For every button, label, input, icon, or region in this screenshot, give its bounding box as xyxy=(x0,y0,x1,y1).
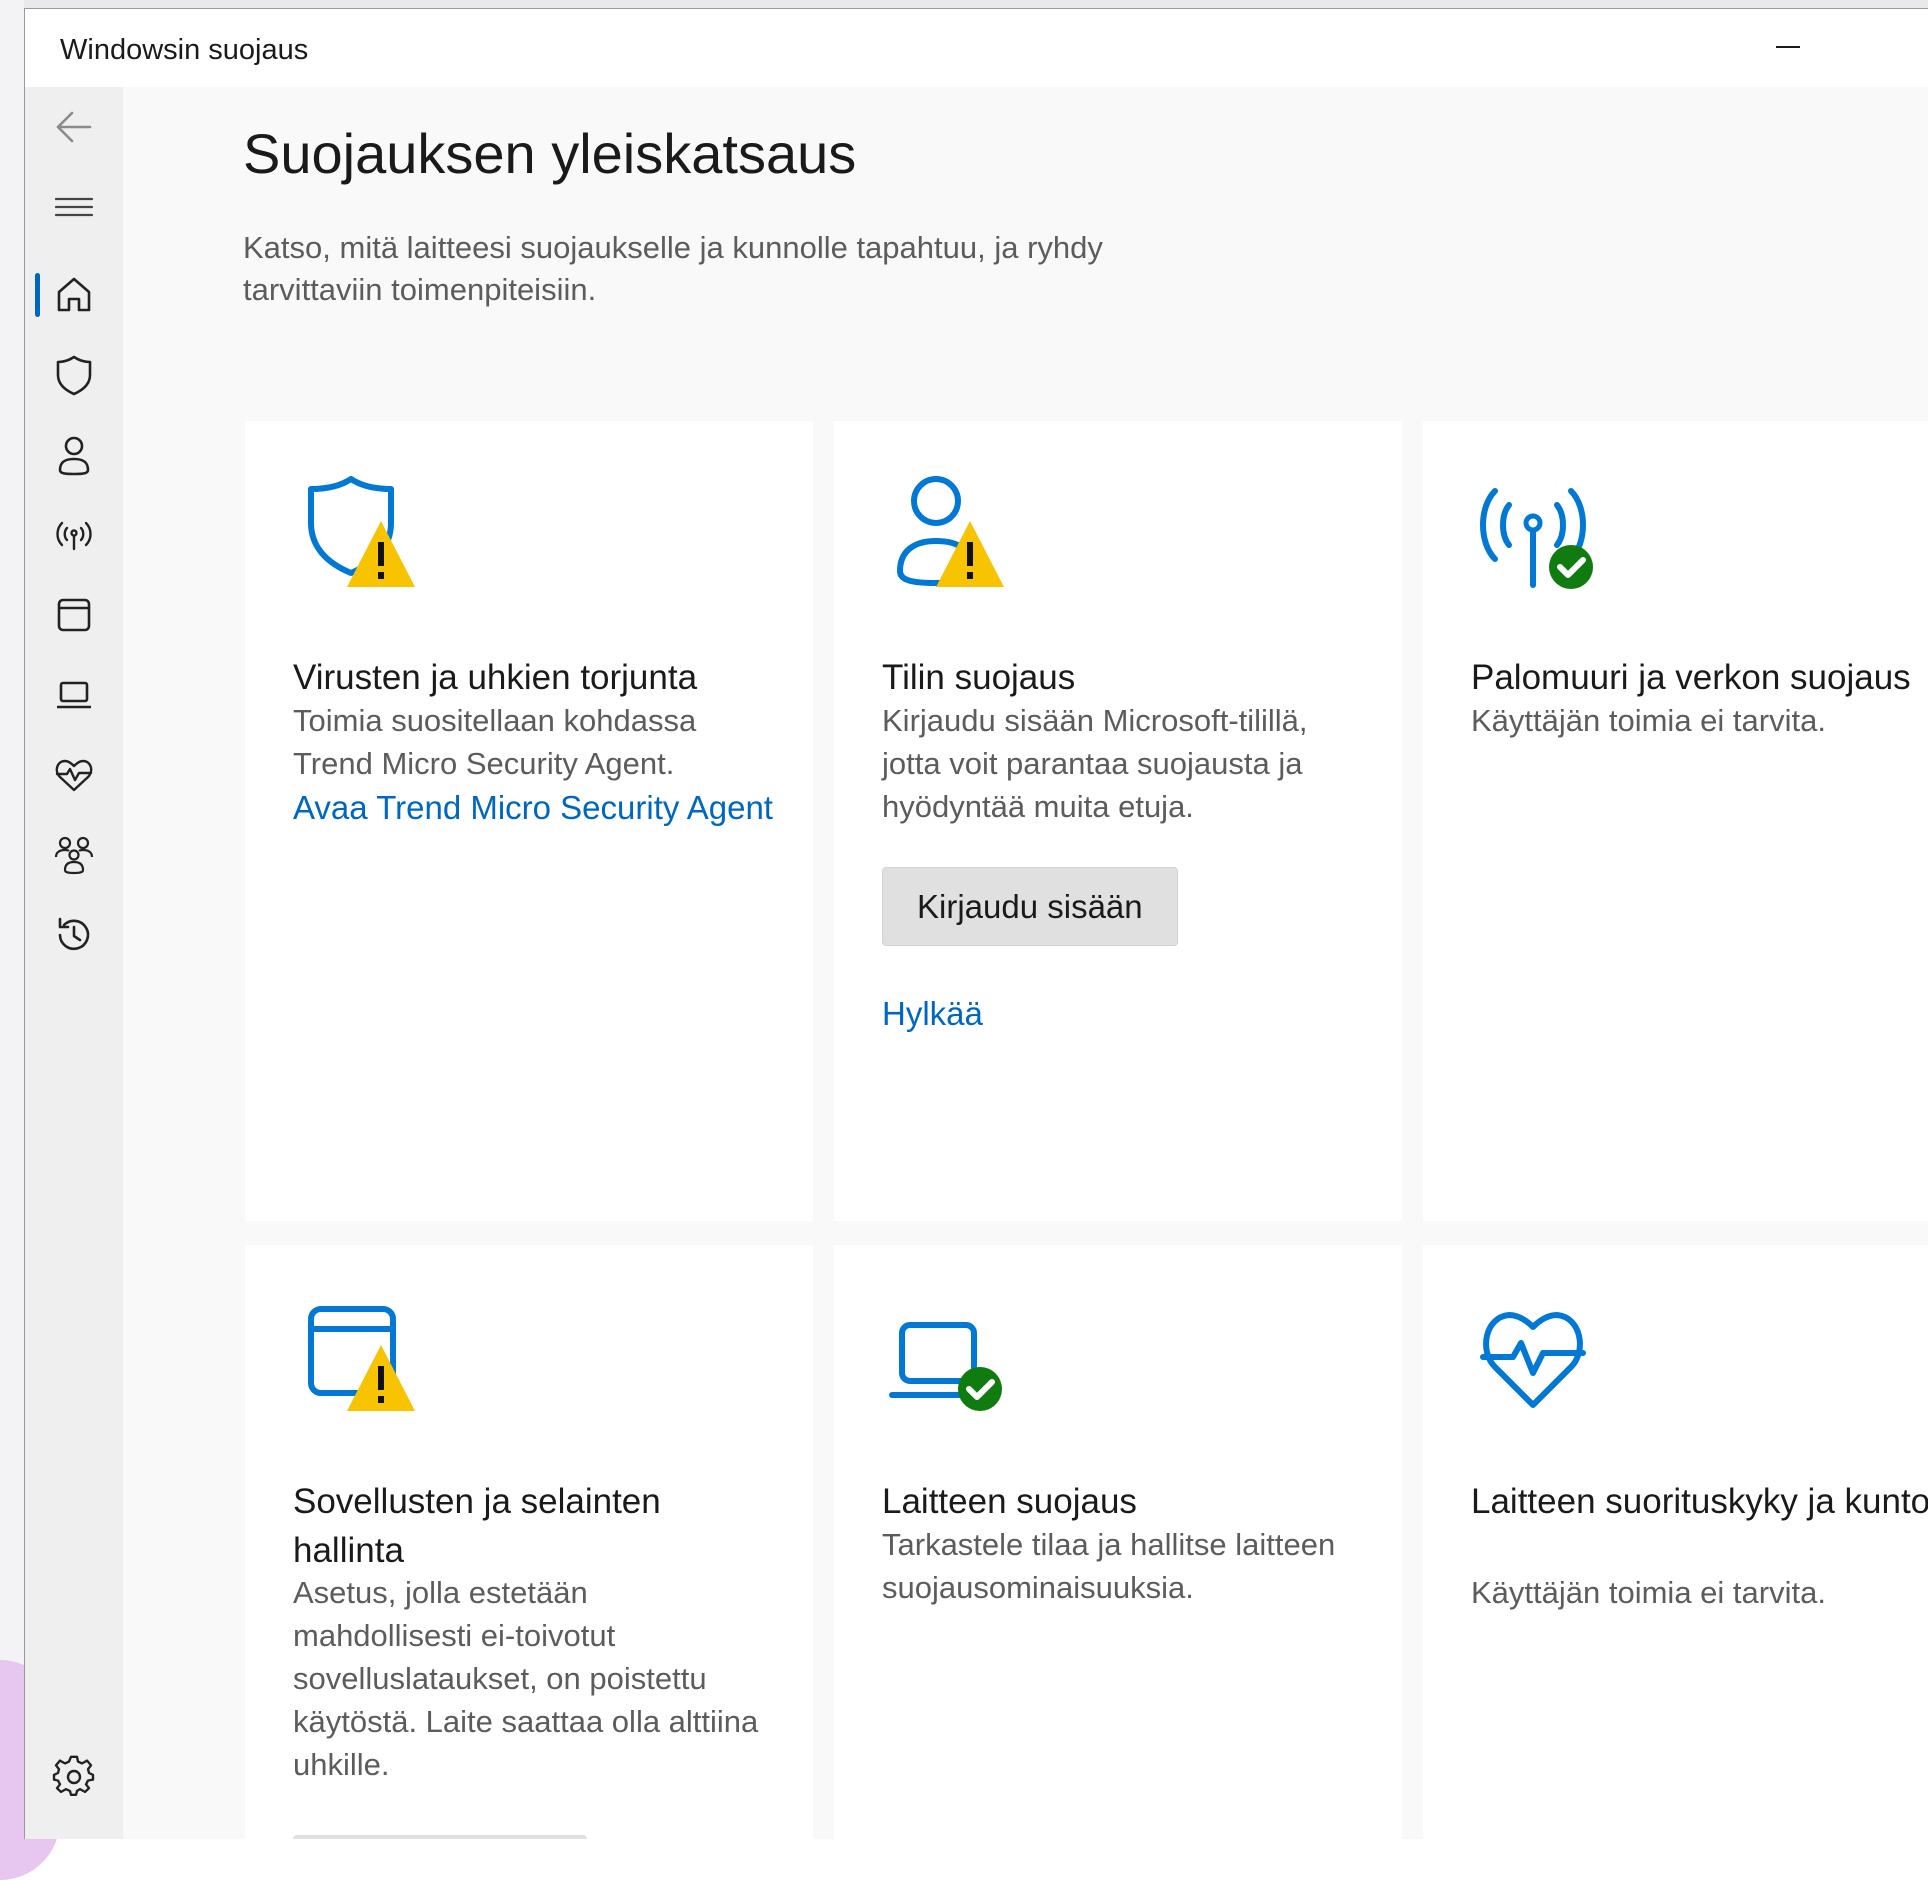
page-title: Suojauksen yleiskatsaus xyxy=(243,122,857,185)
card-title: Sovellusten ja selainten hallinta xyxy=(293,1482,661,1570)
gear-icon xyxy=(52,1755,95,1796)
card-description: Käyttäjän toimia ei tarvita. xyxy=(1471,1575,1826,1610)
window-title: Windowsin suojaus xyxy=(60,34,309,66)
card-account-protection[interactable]: Tilin suojaus Kirjaudu sisään Microsoft-… xyxy=(834,421,1402,1221)
person-icon xyxy=(58,436,90,476)
heart-pulse-icon xyxy=(1480,1312,1586,1408)
nav-item-home[interactable] xyxy=(25,255,123,335)
minimize-icon xyxy=(1776,46,1800,48)
history-icon xyxy=(58,917,90,951)
card-title: Laitteen suorituskyky ja kunto xyxy=(1471,1482,1928,1521)
heart-pulse-icon xyxy=(55,759,93,792)
open-trend-micro-link[interactable]: Avaa Trend Micro Security Agent xyxy=(293,785,773,831)
card-description: Kirjaudu sisään Microsoft-tilillä, jotta… xyxy=(882,703,1308,824)
back-arrow-icon xyxy=(56,111,92,143)
desktop-background xyxy=(0,0,1928,8)
antenna-ok-icon xyxy=(1480,488,1593,589)
dismiss-link[interactable]: Hylkää xyxy=(882,991,1362,1037)
app-window-icon xyxy=(57,598,91,632)
home-icon xyxy=(57,277,91,312)
card-device-performance[interactable]: Laitteen suorituskyky ja kunto Käyttäjän… xyxy=(1423,1245,1928,1839)
nav-item-account-protection[interactable] xyxy=(25,415,123,495)
selected-indicator xyxy=(35,273,40,317)
nav-item-family-options[interactable] xyxy=(25,815,123,895)
sign-in-button[interactable]: Kirjaudu sisään xyxy=(882,867,1178,946)
card-title: Laitteen suojaus xyxy=(882,1482,1137,1521)
card-description: Asetus, jolla estetään mahdollisesti ei-… xyxy=(293,1575,759,1782)
card-virus-threat-protection[interactable]: Virusten ja uhkien torjunta Toimia suosi… xyxy=(245,421,813,1221)
nav-item-app-browser-control[interactable] xyxy=(25,575,123,655)
nav-item-settings[interactable] xyxy=(25,1737,123,1817)
desktop-background-left xyxy=(0,0,24,1839)
nav-item-device-performance[interactable] xyxy=(25,735,123,815)
card-title: Virusten ja uhkien torjunta xyxy=(293,658,698,697)
family-icon xyxy=(54,836,94,875)
main-content: Suojauksen yleiskatsaus Katso, mitä lait… xyxy=(123,87,1928,1839)
laptop-icon xyxy=(57,681,91,709)
card-title: Palomuuri ja verkon suojaus xyxy=(1471,658,1911,697)
nav-item-device-security[interactable] xyxy=(25,655,123,735)
card-description: Käyttäjän toimia ei tarvita. xyxy=(1471,703,1826,738)
app-window-warning-icon xyxy=(308,1306,415,1411)
card-title: Tilin suojaus xyxy=(882,658,1076,697)
menu-icon xyxy=(54,197,94,217)
antenna-icon xyxy=(56,521,92,551)
app-window: Windowsin suojaus Suojauksen yleiskatsau… xyxy=(24,8,1928,1839)
card-firewall-network[interactable]: Palomuuri ja verkon suojaus Käyttäjän to… xyxy=(1423,421,1928,1221)
shield-warning-icon xyxy=(308,476,415,587)
card-description: Toimia suositellaan kohdassa Trend Micro… xyxy=(293,703,697,781)
card-device-security[interactable]: Laitteen suojaus Tarkastele tilaa ja hal… xyxy=(834,1245,1402,1839)
card-app-browser-control[interactable]: Sovellusten ja selainten hallinta Asetus… xyxy=(245,1245,813,1839)
menu-button[interactable] xyxy=(25,167,123,247)
turn-on-button[interactable] xyxy=(293,1835,587,1839)
person-warning-icon xyxy=(897,476,1004,587)
minimize-button[interactable] xyxy=(1760,9,1840,87)
laptop-ok-icon xyxy=(889,1322,1002,1411)
title-bar: Windowsin suojaus xyxy=(25,9,1928,87)
page-description: Katso, mitä laitteesi suojaukselle ja ku… xyxy=(243,230,1103,307)
nav-item-protection-history[interactable] xyxy=(25,895,123,975)
navigation-sidebar xyxy=(25,87,123,1839)
nav-item-virus-protection[interactable] xyxy=(25,335,123,415)
card-description: Tarkastele tilaa ja hallitse laitteen su… xyxy=(882,1527,1336,1605)
nav-item-firewall[interactable] xyxy=(25,495,123,575)
back-button[interactable] xyxy=(25,87,123,167)
shield-icon xyxy=(56,355,92,396)
